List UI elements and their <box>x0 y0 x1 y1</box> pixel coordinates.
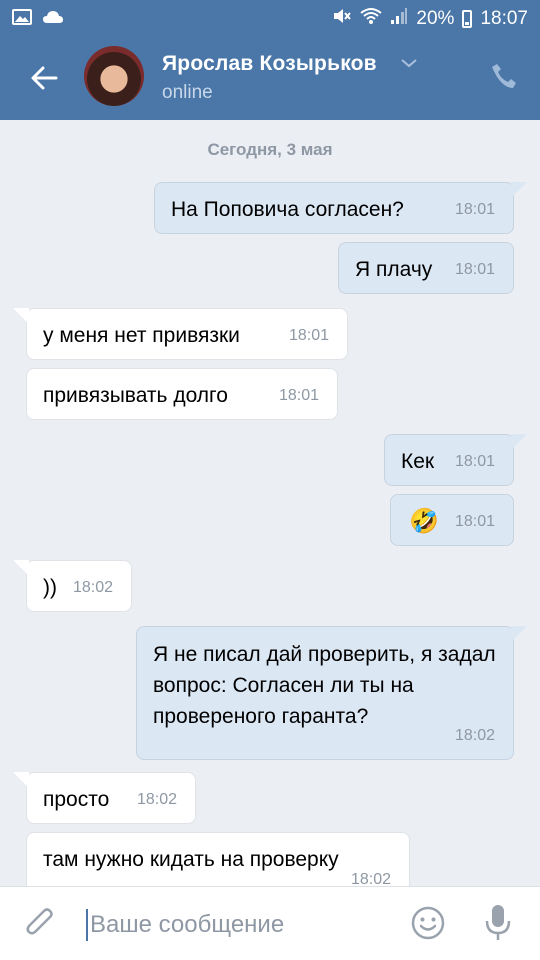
message-time: 18:01 <box>454 453 495 470</box>
attach-icon[interactable] <box>24 905 58 946</box>
message-time: 18:01 <box>454 261 495 278</box>
message-incoming[interactable]: )) 18:02 <box>13 560 132 612</box>
mute-icon <box>332 7 352 31</box>
message-text: у меня нет привязки <box>43 323 240 347</box>
image-icon <box>12 9 32 30</box>
message-input[interactable] <box>90 907 390 943</box>
message-time: 18:01 <box>288 327 329 344</box>
phone-icon[interactable] <box>490 62 518 95</box>
avatar[interactable] <box>84 46 144 106</box>
message-text: )) <box>43 575 57 599</box>
contact-name[interactable]: Ярослав Козырьков <box>162 52 377 76</box>
message-outgoing[interactable]: 🤣 18:01 <box>390 494 514 546</box>
message-outgoing[interactable]: Я плачу 18:01 <box>338 242 514 294</box>
message-text: На Поповича согласен? <box>171 197 404 221</box>
chevron-down-icon[interactable] <box>400 56 418 74</box>
message-incoming[interactable]: у меня нет привязки 18:01 <box>13 308 348 360</box>
chat-header: Ярослав Козырьков online <box>0 38 540 120</box>
back-arrow-icon <box>31 66 58 90</box>
message-text: там нужно кидать на проверку <box>43 847 339 871</box>
wifi-icon <box>360 7 383 31</box>
smile-icon[interactable] <box>410 905 446 946</box>
back-button[interactable] <box>26 60 62 96</box>
message-incoming[interactable]: привязывать долго 18:01 <box>26 368 338 420</box>
battery-percent: 20% <box>416 8 455 29</box>
signal-icon <box>390 7 408 31</box>
message-time: 18:01 <box>278 387 319 404</box>
text-cursor <box>86 909 88 941</box>
mic-icon[interactable] <box>482 903 514 948</box>
cloud-icon <box>42 10 64 29</box>
emoji-rofl: 🤣 <box>409 507 439 535</box>
message-text: просто <box>43 787 110 811</box>
message-time: 18:02 <box>136 791 177 808</box>
message-outgoing[interactable]: Я не писал дай проверить, я задал вопрос… <box>136 626 527 760</box>
clock: 18:07 <box>480 8 528 29</box>
message-time: 18:01 <box>454 513 495 530</box>
date-separator: Сегодня, 3 мая <box>207 140 333 159</box>
message-text: Я плачу <box>355 257 433 281</box>
message-time: 18:02 <box>350 871 391 886</box>
message-time: 18:01 <box>454 201 495 218</box>
message-incoming[interactable]: просто 18:02 <box>13 772 196 824</box>
message-text: Кек <box>401 449 435 473</box>
message-incoming[interactable]: там нужно кидать на проверку 18:02 <box>26 832 410 886</box>
message-text: Я не писал дай проверить, я задал вопрос… <box>153 643 496 728</box>
message-time: 18:02 <box>454 727 495 744</box>
battery-icon <box>462 10 473 28</box>
message-time: 18:02 <box>72 579 113 596</box>
message-composer <box>0 886 540 960</box>
message-list[interactable]: Сегодня, 3 мая На Поповича согласен? 18:… <box>0 120 540 886</box>
message-outgoing[interactable]: Кек 18:01 <box>384 434 527 486</box>
message-outgoing[interactable]: На Поповича согласен? 18:01 <box>154 182 527 234</box>
contact-status: online <box>162 82 213 103</box>
message-text: привязывать долго <box>43 383 228 407</box>
status-bar: 20% 18:07 <box>0 0 540 38</box>
